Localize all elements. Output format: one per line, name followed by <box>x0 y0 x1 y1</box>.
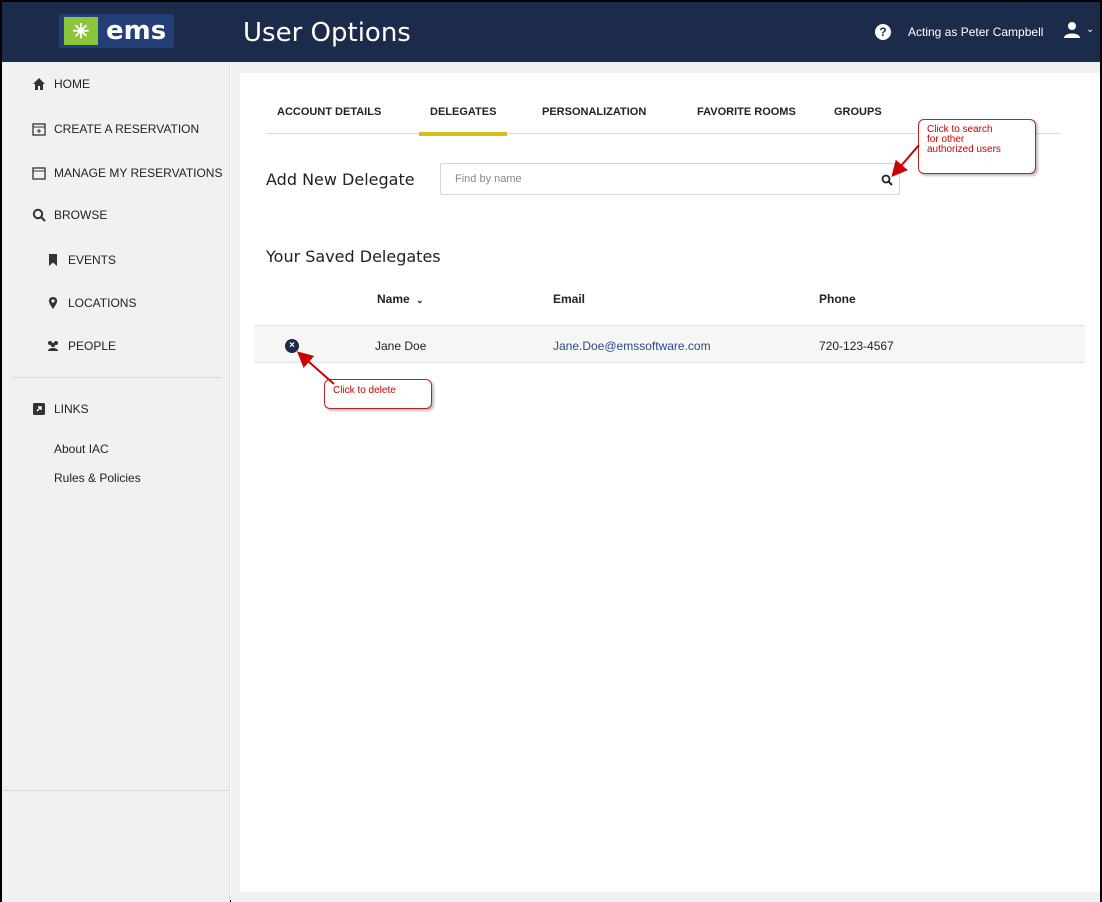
external-link-icon <box>33 403 45 415</box>
column-header-name[interactable]: Name ⌄ <box>377 292 424 306</box>
home-icon <box>33 78 45 90</box>
sidebar-item-label: CREATE A RESERVATION <box>54 122 200 136</box>
map-marker-icon <box>48 297 58 309</box>
logo-mark-icon: ✳ <box>64 17 98 45</box>
delegate-phone: 720-123-4567 <box>819 339 894 353</box>
sidebar-item-manage-reservations[interactable]: MANAGE MY RESERVATIONS <box>32 166 222 180</box>
column-header-name-label: Name <box>377 292 410 306</box>
sidebar-item-label: EVENTS <box>68 253 117 267</box>
top-header: ✳ ems User Options ? Acting as Peter Cam… <box>2 2 1100 62</box>
delete-callout: Click to delete <box>324 379 432 409</box>
search-icon[interactable] <box>881 174 893 186</box>
ems-logo[interactable]: ✳ ems <box>59 14 174 48</box>
sidebar-item-people[interactable]: PEOPLE <box>46 339 116 353</box>
sidebar-item-browse[interactable]: BROWSE <box>32 208 107 222</box>
calendar-icon <box>32 167 46 180</box>
sidebar-item-label: LINKS <box>54 402 89 416</box>
sort-indicator-icon: ⌄ <box>416 295 424 305</box>
search-icon <box>32 208 46 222</box>
sidebar-item-label: PEOPLE <box>68 339 117 353</box>
column-header-phone: Phone <box>819 292 856 306</box>
sidebar-item-events[interactable]: EVENTS <box>46 253 116 267</box>
users-icon <box>48 341 58 351</box>
delete-delegate-icon[interactable]: × <box>285 339 299 353</box>
sidebar-item-label: MANAGE MY RESERVATIONS <box>54 166 223 180</box>
delegate-search-input[interactable] <box>455 164 855 194</box>
calendar-plus-icon <box>32 123 46 136</box>
page-title: User Options <box>243 18 411 48</box>
user-options-panel <box>240 73 1100 892</box>
delegate-search-box <box>440 163 900 195</box>
sidebar-item-locations[interactable]: LOCATIONS <box>46 296 136 310</box>
add-new-delegate-label: Add New Delegate <box>266 170 415 189</box>
logo-text: ems <box>106 16 167 46</box>
tab-account-details[interactable]: ACCOUNT DETAILS <box>277 106 381 134</box>
tab-personalization[interactable]: PERSONALIZATION <box>542 106 646 134</box>
chevron-down-icon[interactable]: ⌄ <box>1086 24 1094 35</box>
search-callout: Click to search for other authorized use… <box>918 119 1036 174</box>
tab-groups[interactable]: GROUPS <box>834 106 882 134</box>
sidebar-item-links[interactable]: LINKS <box>32 402 89 416</box>
delegate-email-link[interactable]: Jane.Doe@emssoftware.com <box>553 339 711 353</box>
link-about-iac[interactable]: About IAC <box>54 442 109 456</box>
search-callout-line-3: authorized users <box>927 144 1001 155</box>
sidebar-bottom-divider <box>2 790 230 791</box>
acting-as-label[interactable]: Acting as Peter Campbell <box>908 25 1043 39</box>
sidebar-item-create-reservation[interactable]: CREATE A RESERVATION <box>32 122 199 136</box>
sidebar-item-label: LOCATIONS <box>68 296 137 310</box>
bookmark-icon <box>49 254 57 266</box>
user-icon[interactable] <box>1063 21 1081 39</box>
tab-favorite-rooms[interactable]: FAVORITE ROOMS <box>697 106 796 134</box>
delegate-name: Jane Doe <box>375 339 427 353</box>
column-header-email: Email <box>553 292 586 306</box>
tab-delegates[interactable]: DELEGATES <box>418 106 508 136</box>
sidebar-item-home[interactable]: HOME <box>32 77 90 91</box>
sidebar-item-label: HOME <box>54 77 90 91</box>
sidebar-item-label: BROWSE <box>54 208 108 222</box>
saved-delegates-title: Your Saved Delegates <box>266 247 441 266</box>
question-circle-icon[interactable]: ? <box>875 24 891 40</box>
link-rules-policies[interactable]: Rules & Policies <box>54 471 141 485</box>
sidebar-divider <box>12 377 222 378</box>
